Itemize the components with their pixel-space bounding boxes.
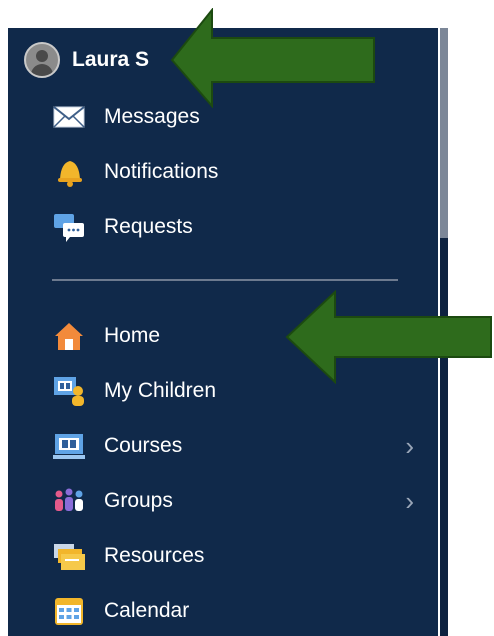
envelope-icon (52, 100, 86, 134)
menu-item-notifications[interactable]: Notifications (52, 152, 422, 192)
children-icon (52, 374, 86, 408)
menu-item-label: Resources (104, 544, 205, 567)
menu-item-label: Notifications (104, 160, 219, 183)
courses-icon (52, 429, 86, 463)
chat-bubbles-icon (52, 210, 86, 244)
menu-item-courses[interactable]: Courses › (52, 426, 422, 466)
menu-item-label: Courses (104, 434, 183, 457)
menu-item-label: Groups (104, 489, 173, 512)
menu-item-label: My Children (104, 379, 217, 402)
menu-item-resources[interactable]: Resources (52, 536, 422, 576)
menu-item-requests[interactable]: Requests (52, 207, 422, 247)
groups-icon (52, 484, 86, 518)
divider (52, 279, 398, 281)
menu-item-label: Home (104, 324, 161, 347)
chevron-right-icon[interactable]: › (405, 486, 414, 517)
user-name: Laura S (72, 48, 150, 71)
calendar-icon (52, 594, 86, 628)
user-profile[interactable]: Laura S (24, 40, 149, 80)
scroll-thumb[interactable] (440, 28, 448, 238)
home-icon (52, 319, 86, 353)
annotation-arrow-user (170, 8, 375, 108)
folders-icon (52, 539, 86, 573)
bell-icon (52, 155, 86, 189)
menu-item-calendar[interactable]: Calendar (52, 591, 422, 631)
menu-item-label: Messages (104, 105, 200, 128)
menu-item-label: Calendar (104, 599, 190, 622)
avatar (24, 42, 60, 78)
menu-item-groups[interactable]: Groups › (52, 481, 422, 521)
menu-item-label: Requests (104, 215, 193, 238)
chevron-right-icon[interactable]: › (405, 431, 414, 462)
annotation-arrow-home (285, 290, 492, 384)
